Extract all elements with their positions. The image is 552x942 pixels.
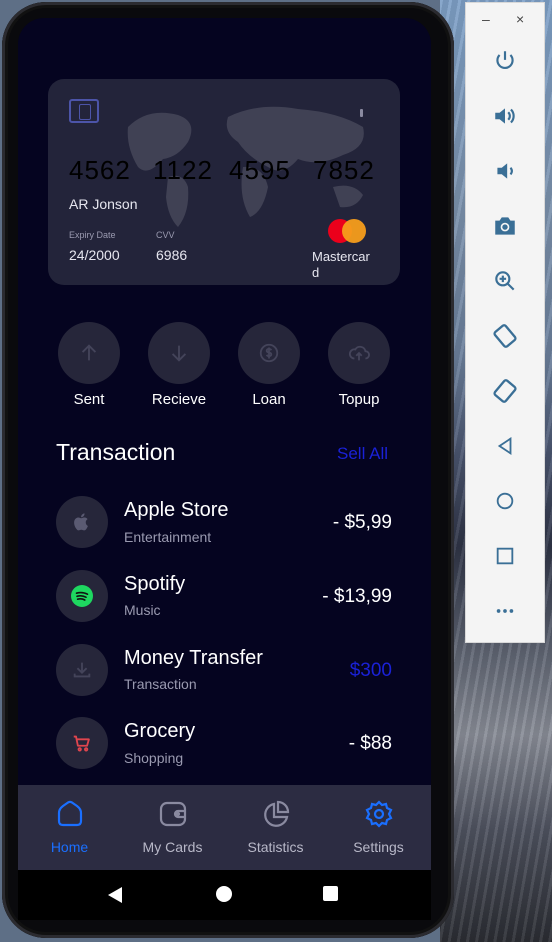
- card-brand-label: Mastercard: [312, 249, 370, 280]
- see-all-link[interactable]: Sell All: [337, 444, 388, 464]
- transaction-name: Spotify: [124, 573, 186, 595]
- transactions-title: Transaction: [56, 439, 176, 465]
- card-number-group: 7852: [313, 155, 375, 185]
- transaction-category: Music: [124, 602, 161, 618]
- dollar-icon: [259, 343, 279, 363]
- transaction-name: Money Transfer: [124, 647, 263, 669]
- bottom-navigation: Home My Cards Statistics Settings: [18, 785, 431, 870]
- transaction-amount: - $88: [348, 733, 392, 754]
- cloud-upload-icon: [348, 345, 370, 361]
- zoom-button[interactable]: [466, 261, 544, 301]
- gear-icon: [365, 800, 393, 828]
- cvv-value: 6986: [156, 247, 188, 263]
- expiry-value: 24/2000: [69, 247, 120, 263]
- minimize-button[interactable]: –: [482, 11, 490, 27]
- arrow-down-icon: [171, 345, 187, 362]
- more-icon: [496, 609, 514, 613]
- close-button[interactable]: ×: [516, 11, 524, 27]
- transaction-category: Entertainment: [124, 529, 212, 545]
- screenshot-button[interactable]: [466, 206, 544, 246]
- emulator-toolbar: – ×: [465, 2, 545, 643]
- camera-icon: [495, 217, 515, 235]
- nav-label: My Cards: [142, 839, 203, 855]
- rotate-right-button[interactable]: [466, 371, 544, 411]
- rotate-right-icon: [493, 379, 517, 403]
- cvv-label: CVV: [156, 230, 175, 240]
- card-chip-icon: [69, 99, 99, 123]
- nav-label: Settings: [353, 839, 404, 855]
- transaction-category: Transaction: [124, 676, 197, 692]
- wallet-icon: [159, 801, 187, 827]
- cart-icon: [73, 735, 90, 752]
- download-icon: [73, 662, 91, 678]
- action-label: Recieve: [151, 391, 207, 408]
- nav-home[interactable]: Home: [18, 785, 121, 870]
- back-icon: [497, 436, 512, 456]
- action-sent[interactable]: Sent: [58, 322, 120, 408]
- action-loan[interactable]: Loan: [238, 322, 300, 408]
- rotate-left-icon: [493, 324, 517, 348]
- card-number-group: 4562: [69, 155, 131, 185]
- android-system-bar: [18, 870, 431, 920]
- action-label: Loan: [252, 391, 286, 408]
- emu-back-button[interactable]: [466, 426, 544, 466]
- nav-settings[interactable]: Settings: [327, 785, 430, 870]
- power-icon: [496, 51, 514, 70]
- rotate-left-button[interactable]: [466, 316, 544, 356]
- transaction-amount: - $13,99: [322, 586, 392, 607]
- action-topup[interactable]: Topup: [328, 322, 390, 408]
- overview-icon: [496, 547, 514, 565]
- home-circle-icon: [496, 492, 514, 510]
- expiry-label: Expiry Date: [69, 230, 116, 240]
- recents-icon[interactable]: [323, 886, 338, 901]
- emu-more-button[interactable]: [466, 591, 544, 631]
- back-icon[interactable]: [107, 886, 123, 904]
- transaction-category: Shopping: [124, 750, 184, 766]
- card-number-group: 4595: [229, 155, 291, 185]
- card-holder-name: AR Jonson: [69, 196, 138, 212]
- zoom-in-icon: [495, 271, 515, 291]
- volume-down-icon: [497, 163, 513, 179]
- spotify-icon: [71, 585, 93, 607]
- apple-icon: [74, 513, 88, 531]
- card-number-group: 1122: [153, 155, 213, 185]
- action-label: Topup: [338, 391, 380, 408]
- action-receive[interactable]: Recieve: [148, 322, 210, 408]
- emu-home-button[interactable]: [466, 481, 544, 521]
- arrow-up-icon: [81, 344, 97, 361]
- nav-label: Home: [50, 839, 89, 855]
- transaction-name: Grocery: [124, 720, 196, 742]
- action-label: Sent: [73, 391, 105, 408]
- pie-chart-icon: [264, 800, 290, 827]
- volume-down-button[interactable]: [466, 151, 544, 191]
- home-icon: [57, 800, 83, 827]
- volume-up-icon: [495, 108, 515, 124]
- mastercard-logo-icon: [328, 219, 368, 243]
- transaction-amount: - $5,99: [332, 512, 392, 533]
- transaction-name: Apple Store: [124, 499, 229, 521]
- power-button[interactable]: [466, 41, 544, 81]
- transaction-amount: $300: [349, 660, 392, 681]
- contactless-icon: [360, 109, 363, 117]
- nav-my-cards[interactable]: My Cards: [121, 785, 224, 870]
- emu-overview-button[interactable]: [466, 536, 544, 576]
- volume-up-button[interactable]: [466, 96, 544, 136]
- home-button-icon[interactable]: [216, 886, 232, 902]
- nav-statistics[interactable]: Statistics: [224, 785, 327, 870]
- nav-label: Statistics: [247, 839, 304, 855]
